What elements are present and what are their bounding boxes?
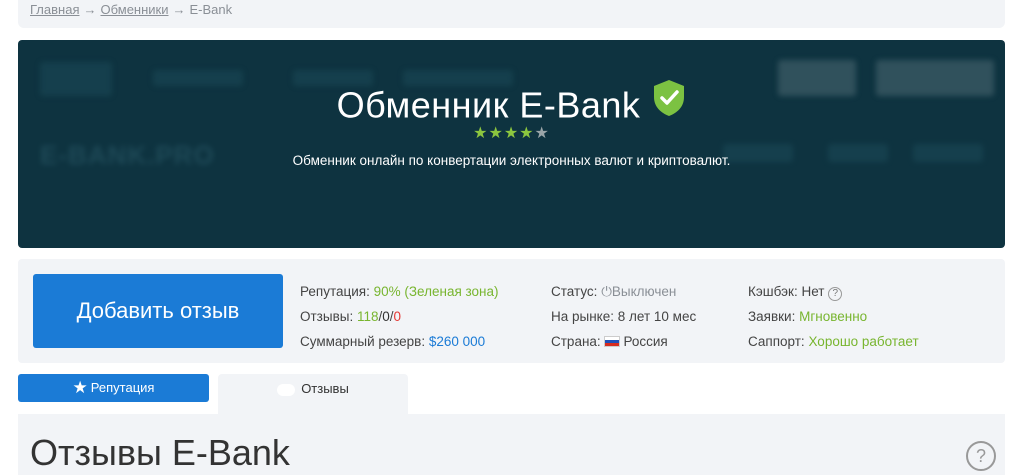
reviews-content-panel: Отзывы E-Bank ?	[18, 414, 1005, 475]
breadcrumb-current: E-Bank	[189, 2, 233, 17]
cashback-value: Нет	[801, 284, 825, 299]
cashback-row: Кэшбэк: Нет ?	[748, 279, 919, 304]
support-value: Хорошо работает	[808, 334, 919, 349]
exchanger-description: Обменник онлайн по конвертации электронн…	[292, 153, 731, 168]
breadcrumb-separator: →	[83, 2, 97, 17]
hero-background-screenshot: E-BANK.PRO	[18, 40, 1005, 248]
breadcrumb: Главная → Обменники → E-Bank	[18, 0, 1005, 28]
exchanger-title: Обменник E-Bank	[18, 79, 1005, 126]
question-icon[interactable]: ?	[828, 287, 843, 301]
reputation-value: 90% (Зеленая зона)	[373, 284, 499, 299]
add-review-button[interactable]: Добавить отзыв	[33, 274, 283, 348]
star-icon: ★	[488, 125, 504, 142]
market-age-row: На рынке: 8 лет 10 мес	[551, 309, 697, 324]
rating-stars: ★★★★★	[18, 126, 1005, 142]
exchanger-info-panel: Добавить отзыв Репутация: 90% (Зеленая з…	[18, 259, 1005, 363]
support-row: Саппорт: Хорошо работает	[748, 334, 919, 349]
requests-row: Заявки: Мгновенно	[748, 309, 868, 324]
reviews-count-row: Отзывы: 118/0/0	[300, 309, 402, 324]
help-icon[interactable]: ?	[966, 441, 996, 471]
status-value: Выключен	[611, 284, 677, 299]
country-value: Россия	[623, 334, 668, 349]
page-title: Отзывы E-Bank	[30, 432, 290, 473]
info-column-1: Репутация: 90% (Зеленая зона) Отзывы: 11…	[300, 279, 499, 354]
reviews-positive: 118	[356, 309, 379, 324]
star-icon: ★	[519, 125, 535, 142]
toggle-icon	[277, 383, 296, 396]
reserve-row: Суммарный резерв: $260 000	[300, 334, 486, 349]
market-age-value: 8 лет 10 мес	[617, 309, 697, 324]
breadcrumb-separator: →	[172, 2, 186, 17]
exchanger-title-text: Обменник E-Bank	[336, 84, 641, 126]
russia-flag-icon	[604, 336, 621, 347]
tab-reputation[interactable]: ★ Репутация	[18, 374, 209, 402]
reviews-neutral: 0	[382, 309, 390, 324]
star-icon: ★	[503, 125, 520, 142]
star-icon: ★	[72, 378, 88, 397]
breadcrumb-home-link[interactable]: Главная	[30, 2, 79, 17]
breadcrumb-exchangers-link[interactable]: Обменники	[100, 2, 168, 17]
requests-value: Мгновенно	[799, 309, 868, 324]
power-icon: ⏻	[601, 284, 612, 299]
star-half-icon: ★	[534, 125, 550, 142]
status-row: Статус: ⏻Выключен	[551, 284, 677, 299]
reputation-row: Репутация: 90% (Зеленая зона)	[300, 284, 499, 299]
shield-check-icon	[652, 79, 686, 126]
info-column-3: Кэшбэк: Нет ? Заявки: Мгновенно Саппорт:…	[748, 279, 919, 354]
reviews-negative: 0	[393, 309, 402, 324]
info-column-2: Статус: ⏻Выключен На рынке: 8 лет 10 мес…	[551, 279, 696, 354]
exchanger-hero-banner: E-BANK.PRO Обменник E-Bank ★★★★★ Обменни…	[18, 40, 1005, 248]
tab-reviews[interactable]: Отзывы	[218, 374, 408, 414]
reserve-value: $260 000	[428, 334, 486, 349]
star-icon: ★	[473, 125, 489, 142]
country-row: Страна: Россия	[551, 334, 668, 349]
